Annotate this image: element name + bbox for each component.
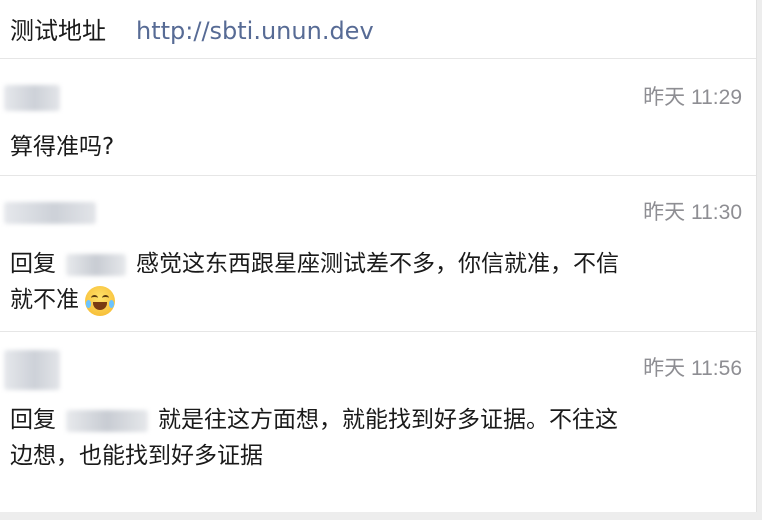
comment-timestamp: 昨天 11:56 xyxy=(643,357,742,380)
comment-text-line-2: 边想，也能找到好多证据 xyxy=(10,438,263,474)
reply-prefix: 回复 xyxy=(10,251,56,277)
comment-item: 昨天 11:56 回复 就是往这方面想，就能找到好多证据。不往这 边想，也能找到好… xyxy=(0,332,756,512)
comment-text-line-1: 回复 感觉这东西跟星座测试差不多，你信就准，不信 xyxy=(10,246,619,282)
blurred-username[interactable] xyxy=(4,350,60,390)
reply-content: 感觉这东西跟星座测试差不多，你信就准，不信 xyxy=(136,251,619,277)
comment-text: 算得准吗? xyxy=(10,134,115,160)
blurred-reply-username[interactable] xyxy=(66,253,126,276)
test-address-link[interactable]: http://sbti.unun.dev xyxy=(136,16,374,46)
reply-content-continued: 边想，也能找到好多证据 xyxy=(10,443,263,469)
blurred-reply-username[interactable] xyxy=(66,409,148,432)
blurred-username[interactable] xyxy=(4,202,96,224)
reply-prefix: 回复 xyxy=(10,407,56,433)
comment-text-line-2: 就不准 xyxy=(10,282,115,318)
comment-timestamp: 昨天 11:30 xyxy=(643,201,742,224)
comment-item: 昨天 11:30 回复 感觉这东西跟星座测试差不多，你信就准，不信 就不准 xyxy=(0,176,756,332)
comment-text-line-1: 回复 就是往这方面想，就能找到好多证据。不往这 xyxy=(10,402,618,438)
blurred-username[interactable] xyxy=(4,85,60,111)
reply-content-continued: 就不准 xyxy=(10,287,79,313)
comment-timestamp: 昨天 11:29 xyxy=(643,86,742,109)
reply-content: 就是往这方面想，就能找到好多证据。不往这 xyxy=(158,407,618,433)
comment-item: 昨天 11:29 算得准吗? xyxy=(0,59,756,176)
laughing-tears-emoji-icon xyxy=(85,285,115,316)
test-address-label: 测试地址 xyxy=(10,17,106,45)
test-address-row: 测试地址 http://sbti.unun.dev xyxy=(0,0,756,59)
comment-panel: 测试地址 http://sbti.unun.dev 昨天 11:29 算得准吗?… xyxy=(0,0,757,512)
